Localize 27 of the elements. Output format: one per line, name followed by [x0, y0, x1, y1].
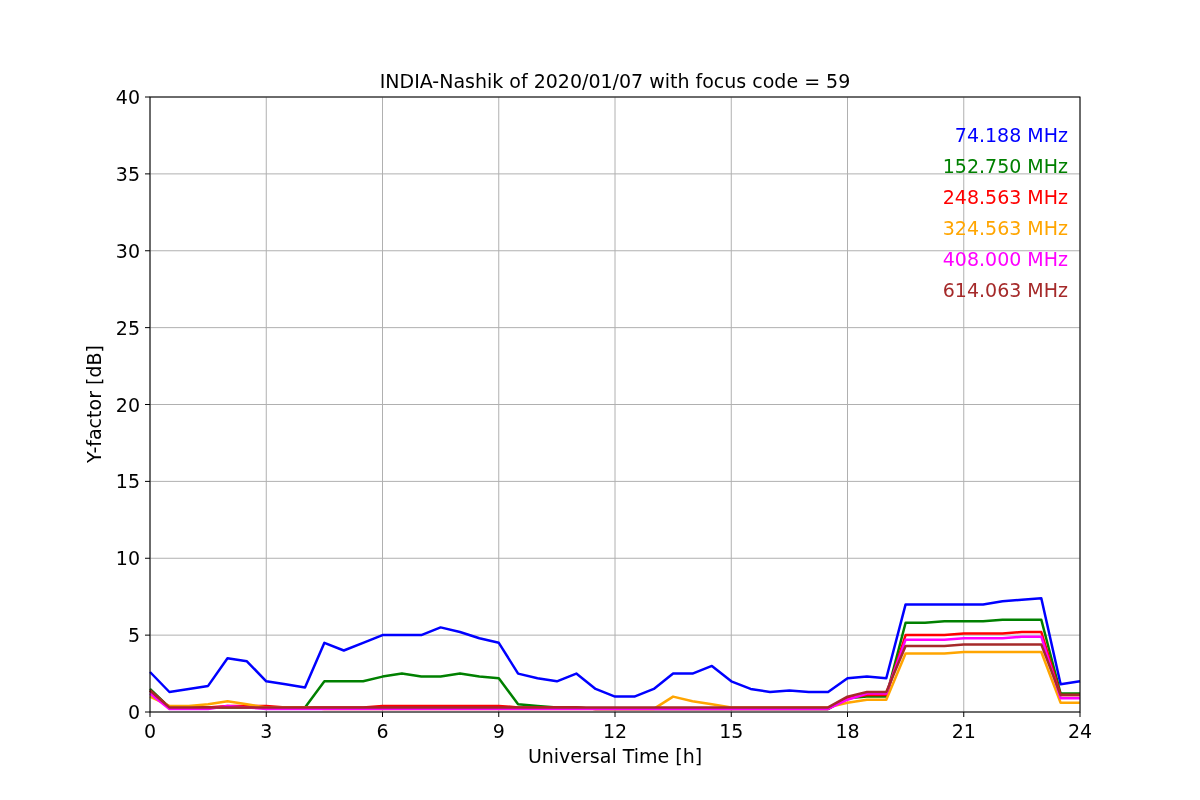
tick-label: 12	[602, 720, 628, 742]
legend-label: 248.563 MHz	[942, 186, 1068, 208]
tick-label: 35	[115, 162, 140, 185]
chart-title: INDIA-Nashik of 2020/01/07 with focus code = 59	[379, 70, 851, 92]
tick-label: 10	[115, 547, 140, 570]
legend-label: 152.750 MHz	[942, 155, 1068, 177]
tick-label: 9	[492, 720, 505, 742]
tick-label: 40	[115, 86, 140, 108]
tick-label: 0	[143, 720, 157, 742]
tick-label: 15	[115, 470, 140, 493]
legend-label: 324.563 MHz	[942, 217, 1068, 239]
tick-label: 30	[115, 239, 140, 262]
tick-label: 0	[127, 701, 140, 723]
tick-label: 5	[127, 624, 140, 647]
tick-label: 25	[115, 316, 140, 339]
tick-label: 24	[1067, 720, 1093, 742]
legend-label: 74.188 MHz	[954, 124, 1068, 146]
tick-label: 18	[835, 720, 860, 742]
tick-label: 21	[951, 720, 976, 742]
tick-label: 6	[376, 720, 389, 742]
x-axis-label: Universal Time [h]	[527, 745, 703, 767]
tick-label: 15	[719, 720, 744, 742]
legend-label: 614.063 MHz	[942, 279, 1068, 301]
tick-label: 20	[115, 393, 140, 416]
y-axis-label: Y-factor [dB]	[83, 345, 105, 463]
tick-label: 3	[260, 720, 273, 742]
legend-label: 408.000 MHz	[942, 248, 1068, 270]
